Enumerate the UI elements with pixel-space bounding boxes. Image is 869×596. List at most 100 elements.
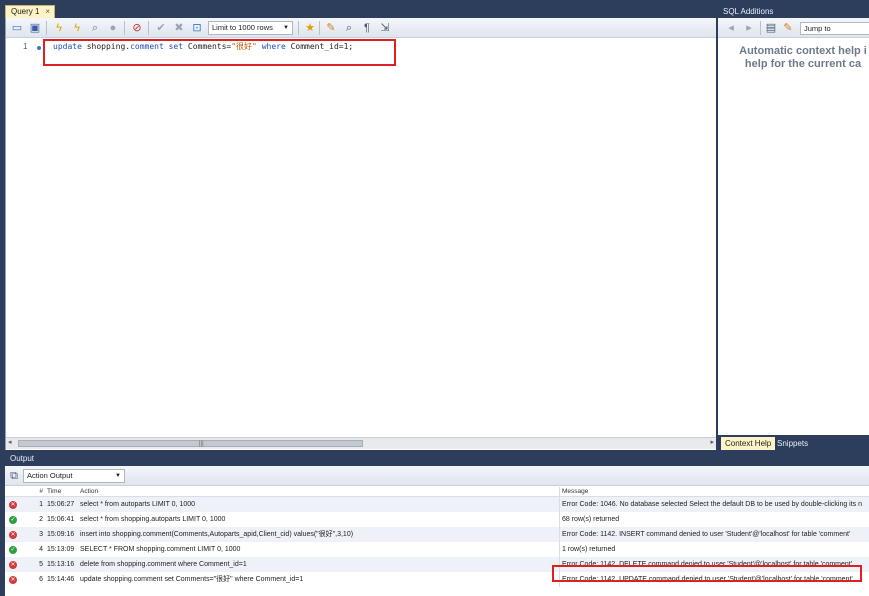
row-action: SELECT * FROM shopping.comment LIMIT 0, … bbox=[80, 546, 241, 553]
toolbar-divider bbox=[124, 21, 125, 35]
status-cell: ✕ bbox=[9, 497, 19, 512]
row-action: select * from autoparts LIMIT 0, 1000 bbox=[80, 501, 196, 508]
chevron-down-icon: ▼ bbox=[283, 25, 289, 31]
sql-additions-tabs: Context Help Snippets bbox=[718, 435, 869, 450]
row-action: update shopping.comment set Comments="很好… bbox=[80, 576, 304, 583]
tab-context-help[interactable]: Context Help bbox=[721, 437, 776, 450]
table-row[interactable]: ✓ 2 15:06:41 select * from shopping.autopar… bbox=[5, 512, 869, 527]
row-time: 15:09:16 bbox=[47, 531, 75, 538]
tab-query-1[interactable]: Query 1 × bbox=[5, 5, 55, 18]
line-number: 1 bbox=[23, 42, 28, 51]
row-number: 6 bbox=[39, 576, 43, 583]
row-number: 3 bbox=[39, 531, 43, 538]
sql-editor-panel: ▭ ▣ ϟ ϟ ⌕ ● ⊘ ✔ ✖ ⊡ Limit to 1000 rows ▼… bbox=[5, 18, 716, 450]
row-number: 2 bbox=[39, 516, 43, 523]
column-divider bbox=[559, 497, 560, 512]
toolbar-divider bbox=[760, 21, 761, 35]
scroll-right-icon[interactable]: ▸ bbox=[710, 438, 714, 446]
close-icon[interactable]: × bbox=[45, 6, 50, 18]
back-icon[interactable]: ◂ bbox=[724, 21, 738, 35]
commit-icon[interactable]: ✔ bbox=[154, 21, 168, 35]
workbench-window: Query 1 × ▭ ▣ ϟ ϟ ⌕ ● ⊘ ✔ ✖ ⊡ Limit to 1… bbox=[0, 0, 869, 596]
highlight-box-error bbox=[552, 565, 862, 582]
row-message: 1 row(s) returned bbox=[562, 546, 616, 553]
context-help-message: Automatic context help i help for the cu… bbox=[718, 45, 869, 71]
row-number: 5 bbox=[39, 561, 43, 568]
row-message: Error Code: 1142. INSERT command denied … bbox=[562, 531, 851, 538]
manual-help-icon[interactable]: ▤ bbox=[764, 21, 778, 35]
sql-additions-toolbar: ◂ ▸ ▤ ✎ Jump to bbox=[718, 18, 869, 38]
table-row[interactable]: ✕ 3 15:09:16 insert into shopping.comment(C… bbox=[5, 527, 869, 542]
help-line-2: help for the current ca bbox=[744, 58, 862, 70]
add-snippet-icon[interactable]: ★ bbox=[303, 21, 317, 35]
col-header-action: Action bbox=[80, 488, 99, 495]
editor-toolbar: ▭ ▣ ϟ ϟ ⌕ ● ⊘ ✔ ✖ ⊡ Limit to 1000 rows ▼… bbox=[6, 18, 716, 38]
execute-current-icon[interactable]: ϟ bbox=[70, 21, 84, 35]
success-icon: ✓ bbox=[9, 546, 17, 554]
sql-additions-panel: SQL Additions ◂ ▸ ▤ ✎ Jump to Automatic … bbox=[716, 5, 869, 450]
highlight-box-statement bbox=[43, 39, 396, 66]
execute-icon[interactable]: ϟ bbox=[52, 21, 66, 35]
grid-header: # Time Action Message bbox=[5, 487, 869, 497]
table-row[interactable]: ✓ 4 15:13:09 SELECT * FROM shopping.comment… bbox=[5, 542, 869, 557]
row-time: 15:13:16 bbox=[47, 561, 75, 568]
tab-label: Query 1 bbox=[11, 7, 40, 16]
statement-marker-icon bbox=[37, 46, 41, 50]
scroll-left-icon[interactable]: ◂ bbox=[8, 438, 12, 446]
toolbar-divider bbox=[319, 21, 320, 35]
row-time: 15:06:27 bbox=[47, 501, 75, 508]
forward-icon[interactable]: ▸ bbox=[742, 21, 756, 35]
toolbar-divider bbox=[298, 21, 299, 35]
auto-help-icon[interactable]: ✎ bbox=[781, 21, 795, 35]
error-icon: ✕ bbox=[9, 576, 17, 584]
wrap-lines-icon[interactable]: ⇲ bbox=[378, 21, 392, 35]
col-header-time: Time bbox=[47, 488, 62, 495]
status-cell: ✕ bbox=[9, 572, 19, 587]
output-mode-select[interactable]: Action Output ▼ bbox=[23, 469, 125, 483]
output-toolbar: ⧉ Action Output ▼ bbox=[5, 466, 869, 486]
explain-icon[interactable]: ⌕ bbox=[88, 21, 102, 35]
jump-to-select[interactable]: Jump to bbox=[800, 22, 869, 35]
line-gutter: 1 bbox=[6, 39, 44, 434]
copy-icon[interactable]: ⧉ bbox=[7, 469, 21, 483]
status-cell: ✕ bbox=[9, 557, 19, 572]
tab-snippets[interactable]: Snippets bbox=[773, 437, 812, 450]
status-cell: ✓ bbox=[9, 542, 19, 557]
invisible-chars-icon[interactable]: ¶ bbox=[360, 21, 374, 35]
limit-rows-select[interactable]: Limit to 1000 rows ▼ bbox=[208, 21, 293, 35]
autocommit-icon[interactable]: ⊡ bbox=[190, 21, 204, 35]
code-editor[interactable]: 1 update shopping.comment set Comments="… bbox=[6, 39, 716, 434]
stop-on-error-icon[interactable]: ⊘ bbox=[130, 21, 144, 35]
row-time: 15:13:09 bbox=[47, 546, 75, 553]
error-icon: ✕ bbox=[9, 531, 17, 539]
column-divider bbox=[559, 487, 560, 496]
open-file-icon[interactable]: ▭ bbox=[10, 21, 24, 35]
find-icon[interactable]: ⌕ bbox=[342, 21, 356, 35]
col-header-num: # bbox=[39, 488, 43, 495]
column-divider bbox=[559, 527, 560, 542]
rollback-icon[interactable]: ✖ bbox=[172, 21, 186, 35]
row-number: 4 bbox=[39, 546, 43, 553]
toolbar-divider bbox=[46, 21, 47, 35]
stop-icon[interactable]: ● bbox=[106, 21, 120, 35]
row-number: 1 bbox=[39, 501, 43, 508]
row-action: insert into shopping.comment(Comments,Au… bbox=[80, 531, 354, 538]
chevron-down-icon: ▼ bbox=[115, 473, 121, 479]
row-time: 15:06:41 bbox=[47, 516, 75, 523]
limit-rows-value: Limit to 1000 rows bbox=[212, 23, 273, 32]
status-cell: ✓ bbox=[9, 512, 19, 527]
help-line-1: Automatic context help i bbox=[739, 45, 867, 57]
sql-additions-title: SQL Additions bbox=[718, 5, 869, 18]
beautify-icon[interactable]: ✎ bbox=[324, 21, 338, 35]
output-title: Output bbox=[5, 452, 869, 466]
scrollbar-thumb[interactable]: ||| bbox=[18, 440, 363, 447]
table-row[interactable]: ✕ 1 15:06:27 select * from autoparts LIMIT … bbox=[5, 497, 869, 512]
row-time: 15:14:46 bbox=[47, 576, 75, 583]
horizontal-scrollbar[interactable]: ◂ ||| ▸ bbox=[6, 437, 716, 449]
save-icon[interactable]: ▣ bbox=[28, 21, 42, 35]
row-message: 68 row(s) returned bbox=[562, 516, 620, 523]
column-divider bbox=[559, 512, 560, 527]
success-icon: ✓ bbox=[9, 516, 17, 524]
col-header-message: Message bbox=[562, 488, 589, 495]
column-divider bbox=[559, 542, 560, 557]
